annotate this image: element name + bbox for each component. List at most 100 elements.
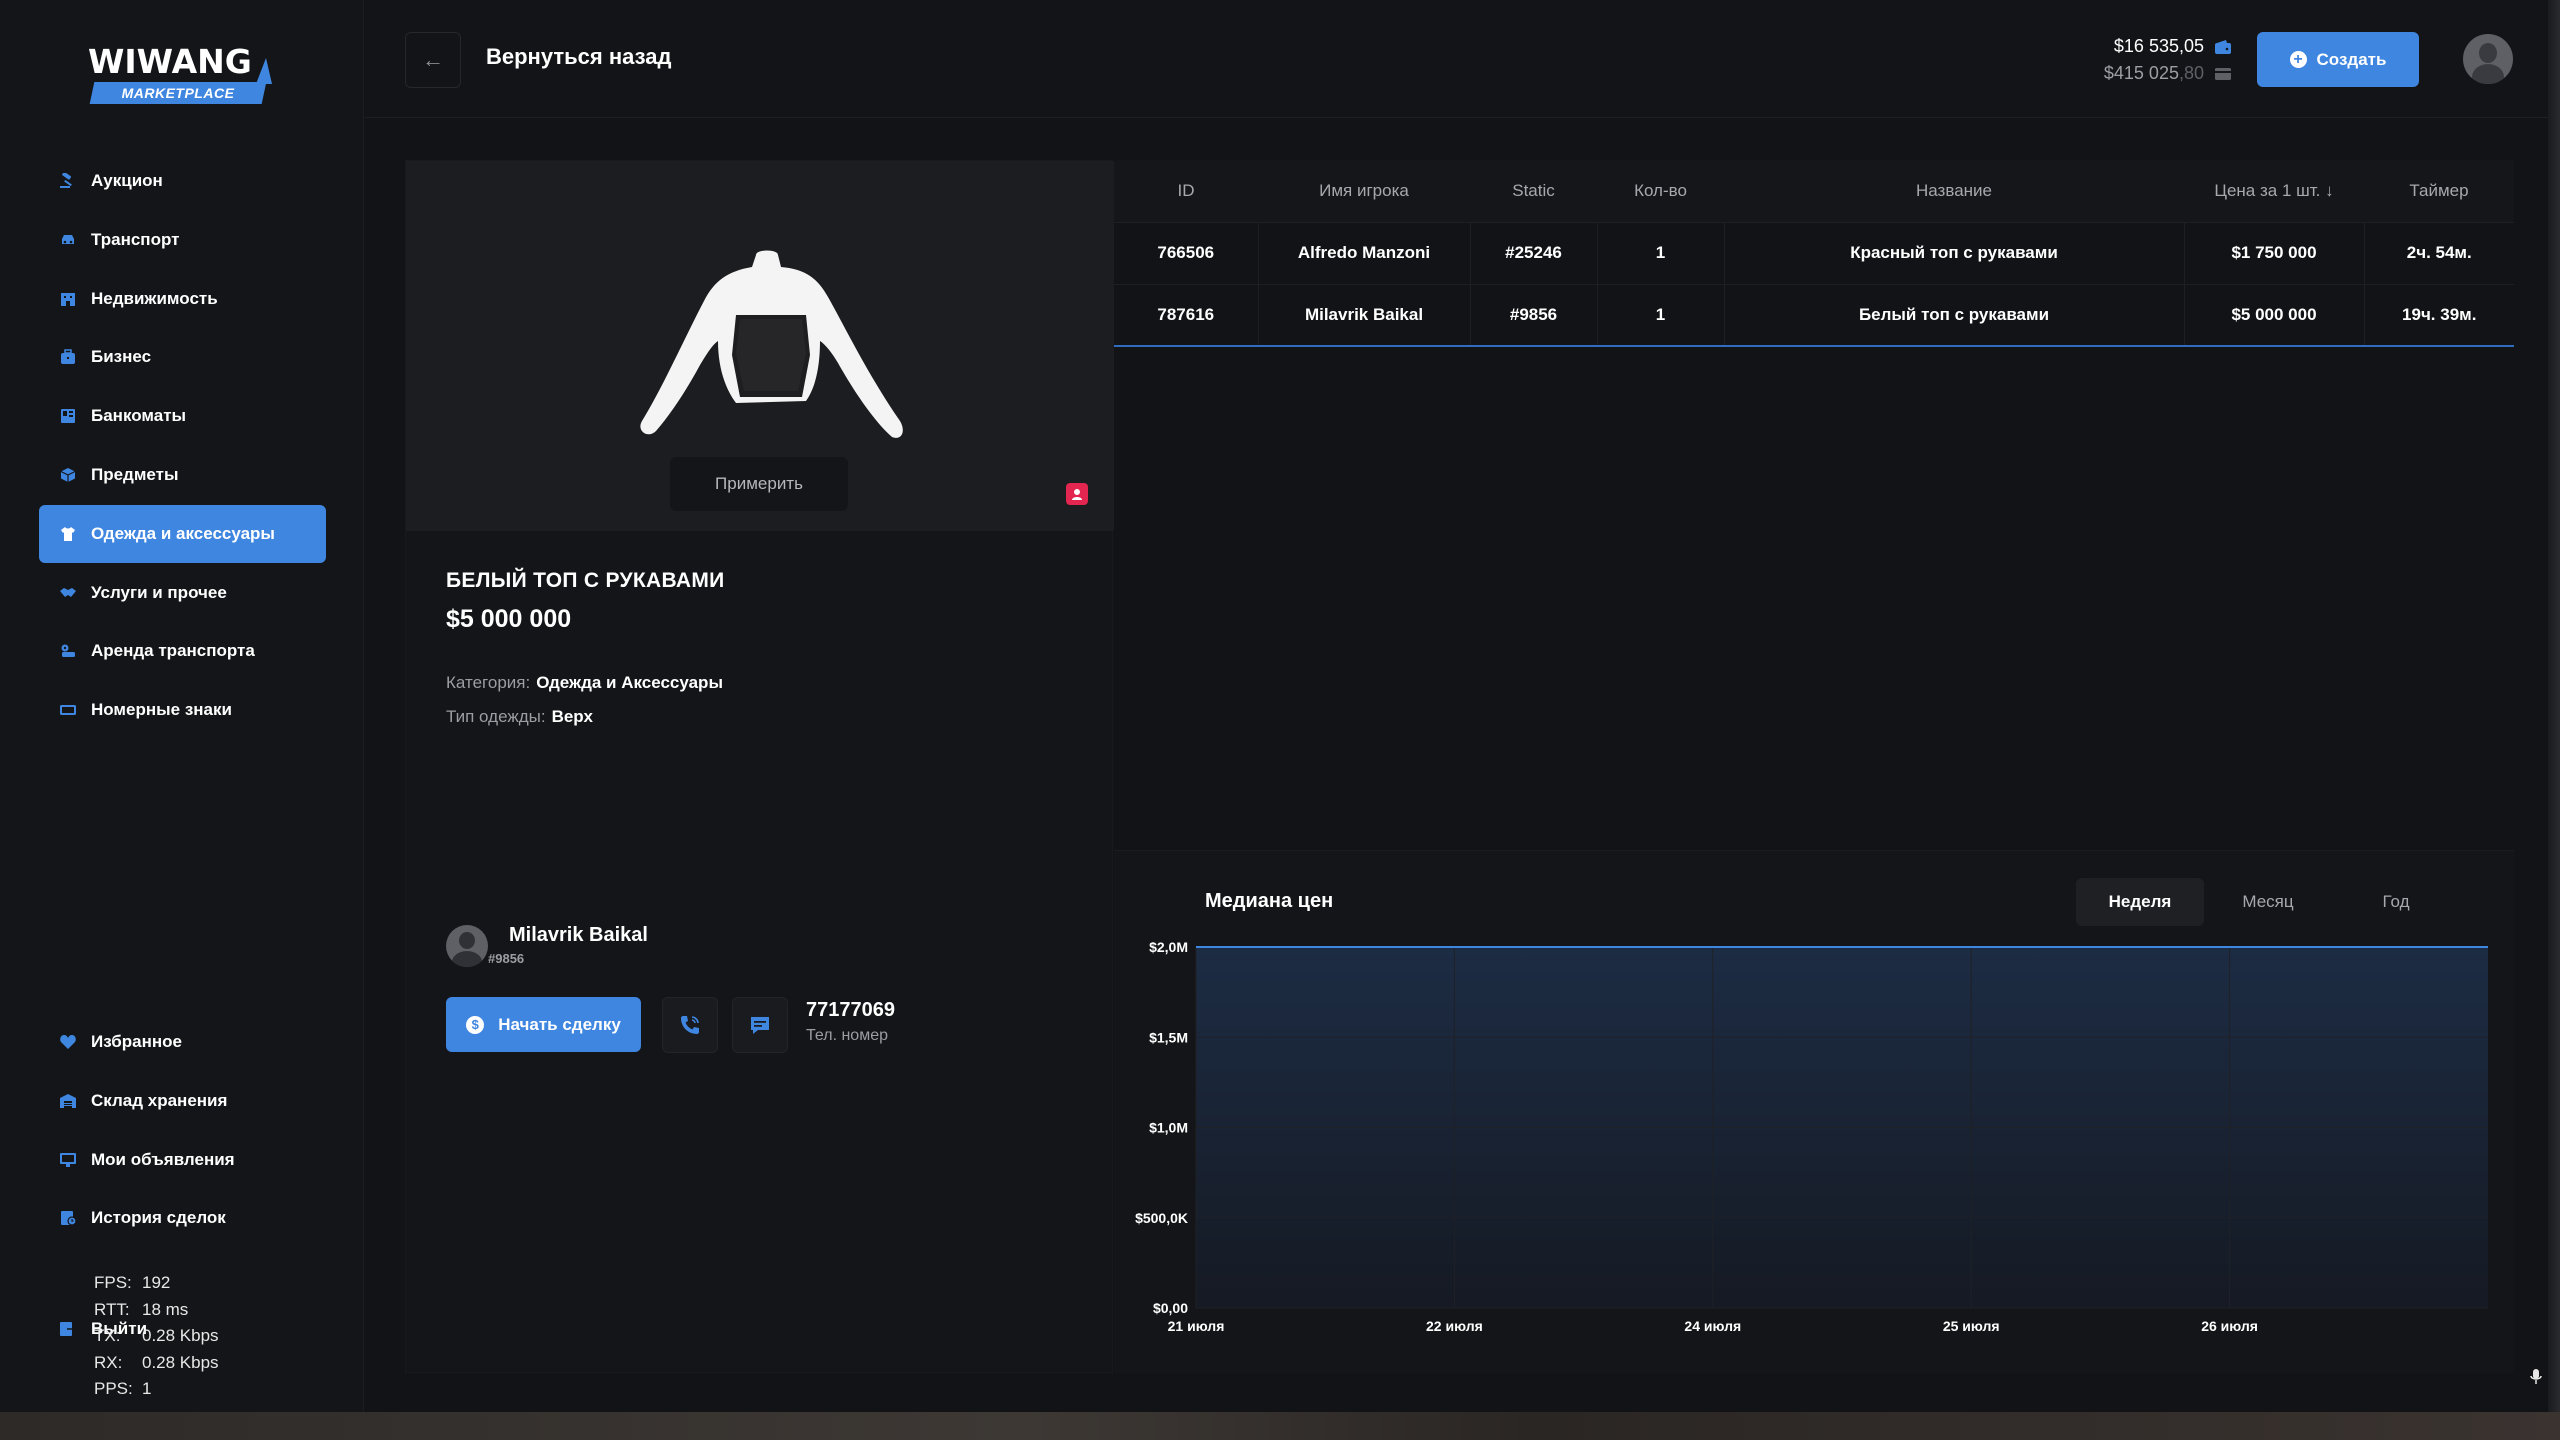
item-price: $5 000 000 bbox=[446, 605, 572, 633]
cell-id: 766506 bbox=[1114, 222, 1259, 285]
phone-icon bbox=[681, 1016, 699, 1034]
listings-table: ID Имя игрока Static Кол-во Название Цен… bbox=[1114, 160, 2514, 347]
x-tick-label: 24 июля bbox=[1684, 1318, 1741, 1334]
monitor-icon bbox=[59, 1152, 77, 1168]
x-tick-label: 25 июля bbox=[1943, 1318, 2000, 1334]
rx-value: 0.28 Kbps bbox=[142, 1352, 219, 1372]
bank-balance-value: $415 025 bbox=[2103, 63, 2179, 83]
column-qty[interactable]: Кол-во bbox=[1597, 160, 1724, 223]
y-tick-label: $1,0M bbox=[1149, 1120, 1188, 1136]
dollar-circle-icon: $ bbox=[466, 1015, 485, 1034]
sidebar-item-label: Бизнес bbox=[91, 347, 152, 367]
sidebar-item-label: Избранное bbox=[91, 1032, 182, 1051]
seller-info[interactable]: Milavrik Baikal #9856 bbox=[446, 923, 648, 967]
column-id[interactable]: ID bbox=[1114, 160, 1258, 223]
clothing-type-value: Верх bbox=[551, 707, 593, 726]
try-on-button[interactable]: Примерить bbox=[670, 457, 848, 511]
cell-price: $1 750 000 bbox=[2184, 222, 2365, 285]
x-tick-label: 22 июля bbox=[1426, 1318, 1483, 1334]
microphone-icon[interactable] bbox=[2528, 1368, 2544, 1386]
price-chart-panel: Медиана цен Неделя Месяц Год $2,0M $1,5M $… bbox=[1114, 850, 2514, 1373]
listings-table-panel: ID Имя игрока Static Кол-во Название Цен… bbox=[1114, 160, 2514, 850]
fps-value: 192 bbox=[142, 1273, 171, 1292]
y-tick-label: $1,5M bbox=[1149, 1029, 1188, 1045]
clothing-type-label: Тип одежды: bbox=[446, 707, 546, 726]
arrow-down-icon: ↓ bbox=[2325, 180, 2334, 200]
category-row: Категория: Одежда и Аксессуары bbox=[446, 673, 723, 693]
car-icon bbox=[59, 232, 77, 248]
rx-label: RX: bbox=[94, 1352, 123, 1372]
back-label[interactable]: Вернуться назад bbox=[486, 44, 671, 70]
sidebar-item-label: Одежда и аксессуары bbox=[91, 523, 275, 543]
cell-player: Milavrik Baikal bbox=[1258, 284, 1471, 347]
heart-icon bbox=[59, 1034, 77, 1050]
fps-label: FPS: bbox=[94, 1273, 132, 1292]
sidebar-item-favorites[interactable]: Избранное bbox=[39, 1013, 326, 1071]
table-row[interactable]: 787616 Milavrik Baikal #9856 1 Белый топ… bbox=[1114, 284, 2514, 347]
item-details-panel: Примерить БЕЛЫЙ ТОП С РУКАВАМИ $5 000 00… bbox=[405, 160, 1114, 1373]
rtt-label: RTT: bbox=[94, 1299, 130, 1319]
sidebar-item-warehouse[interactable]: Склад хранения bbox=[39, 1072, 326, 1130]
cell-static: #9856 bbox=[1470, 284, 1598, 347]
sidebar-item-history[interactable]: История сделок bbox=[39, 1189, 326, 1247]
item-title: БЕЛЫЙ ТОП С РУКАВАМИ bbox=[446, 569, 725, 592]
briefcase-icon bbox=[59, 349, 77, 365]
report-badge-icon[interactable] bbox=[1066, 483, 1088, 505]
game-background-strip bbox=[0, 1412, 2560, 1440]
message-button[interactable] bbox=[732, 997, 788, 1053]
logo-title: WIWANG bbox=[88, 42, 252, 81]
license-plate-icon bbox=[59, 702, 77, 718]
tx-label: TX: bbox=[94, 1326, 121, 1345]
start-deal-button[interactable]: $ Начать сделку bbox=[446, 997, 641, 1052]
sidebar-item-real-estate[interactable]: Недвижимость bbox=[39, 270, 326, 328]
create-label: Создать bbox=[2316, 49, 2387, 69]
cash-balance-value: $16 535,05 bbox=[2113, 36, 2204, 56]
start-deal-label: Начать сделку bbox=[498, 1014, 621, 1034]
column-timer[interactable]: Таймер bbox=[2364, 160, 2514, 223]
sidebar-item-business[interactable]: Бизнес bbox=[39, 328, 326, 386]
column-price[interactable]: Цена за 1 шт. ↓ bbox=[2184, 160, 2364, 223]
sidebar-item-label: Номерные знаки bbox=[91, 700, 232, 720]
create-button[interactable]: + Создать bbox=[2257, 32, 2419, 87]
column-static[interactable]: Static bbox=[1470, 160, 1597, 223]
column-name[interactable]: Название bbox=[1724, 160, 2184, 223]
arrow-left-icon: ← bbox=[422, 47, 444, 72]
x-tick-label: 26 июля bbox=[2201, 1318, 2258, 1334]
seller-name: Milavrik Baikal bbox=[509, 924, 648, 946]
wallet-icon bbox=[2215, 39, 2231, 54]
sidebar-item-plates[interactable]: Номерные знаки bbox=[39, 681, 326, 739]
sidebar-item-auction[interactable]: Аукцион bbox=[39, 152, 326, 210]
call-button[interactable] bbox=[662, 997, 718, 1053]
sidebar-item-atm[interactable]: Банкоматы bbox=[39, 387, 326, 445]
atm-icon bbox=[59, 408, 77, 424]
sidebar-item-my-listings[interactable]: Мои объявления bbox=[39, 1131, 326, 1189]
sidebar-item-label: Предметы bbox=[91, 464, 179, 484]
tx-value: 0.28 Kbps bbox=[142, 1326, 219, 1345]
exit-icon bbox=[59, 1321, 77, 1337]
network-stats: FPS: 192 RTT: 18 ms TX: 0.28 Kbps RX: 0.28 K… bbox=[94, 1270, 219, 1403]
sidebar-item-transport[interactable]: Транспорт bbox=[39, 211, 326, 269]
sidebar-item-rental[interactable]: Аренда транспорта bbox=[39, 622, 326, 680]
y-tick-label: $2,0M bbox=[1149, 939, 1188, 955]
column-player[interactable]: Имя игрока bbox=[1258, 160, 1470, 223]
sidebar-item-services[interactable]: Услуги и прочее bbox=[39, 564, 326, 622]
balances: $16 535,05 $415 025,80 bbox=[2104, 33, 2232, 87]
seller-static: #9856 bbox=[488, 951, 525, 966]
marketplace-logo[interactable]: WIWANG MARKETPLACE bbox=[88, 44, 278, 110]
box-icon bbox=[59, 467, 77, 483]
phone-label: Тел. номер bbox=[806, 1027, 888, 1044]
user-avatar[interactable] bbox=[2463, 34, 2513, 84]
phone-number: 77177069 bbox=[806, 999, 895, 1021]
handshake-icon bbox=[59, 585, 77, 601]
table-row[interactable]: 766506 Alfredo Manzoni #25246 1 Красный … bbox=[1114, 222, 2514, 285]
sidebar-item-clothing[interactable]: Одежда и аксессуары bbox=[39, 504, 326, 563]
back-button[interactable]: ← bbox=[405, 32, 461, 88]
item-preview: Примерить bbox=[406, 161, 1114, 531]
sidebar-item-items[interactable]: Предметы bbox=[39, 446, 326, 504]
cell-timer: 2ч. 54м. bbox=[2364, 222, 2514, 285]
cell-timer: 19ч. 39м. bbox=[2364, 284, 2514, 347]
sidebar-item-label: Аренда транспорта bbox=[91, 641, 255, 661]
warehouse-icon bbox=[59, 1093, 77, 1109]
rtt-value: 18 ms bbox=[142, 1299, 189, 1319]
item-image bbox=[640, 250, 903, 438]
